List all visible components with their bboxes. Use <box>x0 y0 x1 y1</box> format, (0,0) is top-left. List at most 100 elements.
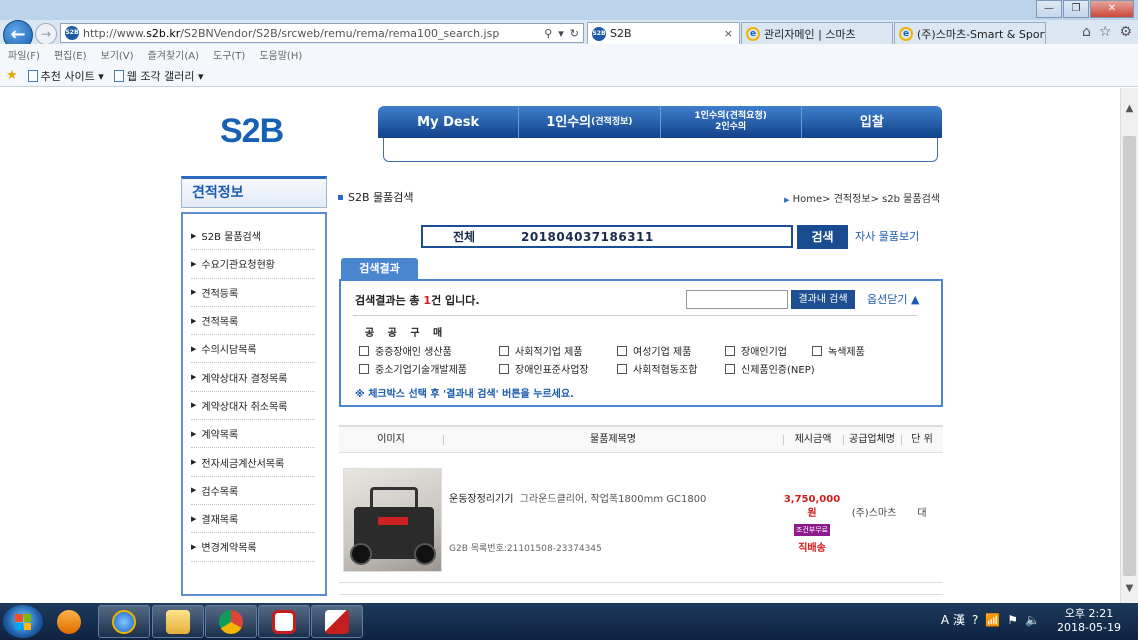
system-clock[interactable]: 오후 2:21 2018-05-19 <box>1046 607 1132 635</box>
sidebar-item-demand-requests[interactable]: ▶ 수요기관요청현황 <box>191 250 315 279</box>
own-products-link[interactable]: 자사 물품보기 <box>855 228 919 244</box>
tab-s2b[interactable]: S2B S2B × <box>587 22 740 44</box>
topnav-single-contract[interactable]: 1인수의 (견적정보) <box>519 106 661 138</box>
checkbox-social-enterprise[interactable]: 사회적기업 제품 <box>499 343 583 358</box>
checkbox-nep[interactable]: 신제품인증(NEP) <box>725 361 815 376</box>
taskbar-internet-explorer[interactable] <box>98 605 150 638</box>
price-currency: 원 <box>807 508 817 519</box>
taskbar-chrome[interactable] <box>205 605 257 638</box>
table-row[interactable]: 운동장정리기기 그라운드클리어, 작업폭1800mm GC1800 G2B 목록… <box>339 453 943 583</box>
tab-admin-main[interactable]: e 관리자메인 | 스마츠 <box>741 22 893 44</box>
home-icon[interactable]: ⌂ <box>1082 24 1091 40</box>
tab-smarts[interactable]: e (주)스마츠-Smart & Sports... <box>894 22 1046 44</box>
tab-search-results[interactable]: 검색결과 <box>341 258 418 280</box>
checkbox-box[interactable] <box>359 345 369 356</box>
refresh-icon[interactable]: ↻ <box>570 27 579 40</box>
inner-search-input[interactable] <box>686 290 788 309</box>
help-icon[interactable]: ? <box>972 613 978 627</box>
taskbar-media-player[interactable] <box>46 605 92 638</box>
sidebar-item-e-tax-invoice[interactable]: ▶ 전자세금계산서목록 <box>191 448 315 477</box>
checkbox-disabled-workplace[interactable]: 장애인표준사업장 <box>499 361 589 376</box>
checkbox-box[interactable] <box>725 345 735 356</box>
taskbar-app-red[interactable] <box>258 605 310 638</box>
close-window-button[interactable]: ✕ <box>1090 0 1134 18</box>
arrow-icon: ▶ <box>191 344 197 353</box>
checkbox-green-product[interactable]: 녹색제품 <box>812 343 865 358</box>
checkbox-box[interactable] <box>359 363 369 374</box>
forward-button[interactable]: → <box>35 23 57 45</box>
url-text[interactable]: http://www.s2b.kr/S2BNVendor/S2B/srcweb/… <box>83 27 543 40</box>
taskbar-app-chart[interactable] <box>311 605 363 638</box>
sidebar-item-contractor-decided[interactable]: ▶ 계약상대자 결정목록 <box>191 363 315 392</box>
network-icon[interactable]: 📶 <box>985 613 1000 627</box>
checkbox-box[interactable] <box>617 345 627 356</box>
fav-web-slice-gallery[interactable]: 웹 조각 갤러리 ▾ <box>113 68 204 84</box>
sidebar-item-change-contract[interactable]: ▶ 변경계약목록 <box>191 533 315 562</box>
address-bar[interactable]: S2B http://www.s2b.kr/S2BNVendor/S2B/src… <box>60 23 584 43</box>
checkbox-women-enterprise[interactable]: 여성기업 제품 <box>617 343 691 358</box>
search-category[interactable]: 전체 <box>423 228 489 245</box>
menu-favorites[interactable]: 즐겨찾기(A) <box>148 47 199 62</box>
search-icon[interactable]: ⚲ <box>544 27 552 40</box>
flag-icon[interactable]: ⚑ <box>1007 613 1018 627</box>
site-logo[interactable]: S2B <box>220 112 284 151</box>
table-row-partial <box>339 594 943 603</box>
checkbox-sme-tech[interactable]: 중소기업기술개발제품 <box>359 361 467 376</box>
supplier-name[interactable]: (주)스마츠 <box>845 504 903 519</box>
sidebar-item-product-search[interactable]: ▶ S2B 물품검색 <box>191 222 315 251</box>
scroll-down-icon[interactable]: ▼ <box>1121 580 1138 597</box>
checkbox-severe-disabled[interactable]: 중증장애인 생산품 <box>359 343 452 358</box>
checkbox-box[interactable] <box>499 363 509 374</box>
sidebar-item-quote-list[interactable]: ▶ 견적목록 <box>191 307 315 336</box>
topnav-bidding[interactable]: 입찰 <box>802 106 942 138</box>
menu-edit[interactable]: 편집(E) <box>54 47 87 62</box>
checkbox-box[interactable] <box>499 345 509 356</box>
menu-help[interactable]: 도움말(H) <box>259 47 302 62</box>
fav-recommended-sites[interactable]: 추천 사이트 ▾ <box>27 68 104 84</box>
taskbar-file-explorer[interactable] <box>152 605 204 638</box>
ime-indicator[interactable]: A 漢 <box>941 611 965 628</box>
volume-icon[interactable]: 🔈 <box>1025 613 1040 627</box>
menu-tools[interactable]: 도구(T) <box>213 47 245 62</box>
topnav-quote-request[interactable]: 1인수의(견적요청) 2인수의 <box>661 106 802 138</box>
checkbox-notice: ※ 체크박스 선택 후 '결과내 검색' 버튼을 누르세요. <box>355 389 574 400</box>
sidebar-item-negotiation-list[interactable]: ▶ 수의시담목록 <box>191 335 315 364</box>
arrow-icon: ▶ <box>191 429 197 438</box>
product-image[interactable] <box>343 468 442 572</box>
product-name-link[interactable]: 운동장정리기기 그라운드클리어, 작업폭1800mm GC1800 <box>449 490 706 505</box>
checkbox-social-coop[interactable]: 사회적협동조합 <box>617 361 697 376</box>
menu-file[interactable]: 파일(F) <box>8 47 40 62</box>
sidebar-item-approval-list[interactable]: ▶ 결재목록 <box>191 505 315 534</box>
scroll-thumb[interactable] <box>1123 136 1136 576</box>
col-price: 제시금액 <box>794 434 832 445</box>
search-button[interactable]: 검색 <box>797 225 848 249</box>
scroll-up-icon[interactable]: ▲ <box>1121 100 1138 117</box>
sidebar-item-contract-list[interactable]: ▶ 계약목록 <box>191 420 315 449</box>
dropdown-icon[interactable]: ▾ <box>558 27 564 40</box>
restore-button[interactable]: ❐ <box>1063 0 1089 18</box>
unit-value: 대 <box>917 508 927 519</box>
checkbox-box[interactable] <box>725 363 735 374</box>
topnav-my-desk[interactable]: My Desk <box>378 106 520 138</box>
vertical-scrollbar[interactable]: ▲ ▼ <box>1120 88 1138 603</box>
start-button[interactable] <box>3 605 43 638</box>
minimize-button[interactable]: — <box>1036 0 1062 18</box>
search-value[interactable]: 201804037186311 <box>489 230 654 244</box>
search-input[interactable]: 전체 201804037186311 <box>421 225 793 248</box>
inner-search-button[interactable]: 결과내 검색 <box>791 290 855 309</box>
favorites-star-icon[interactable]: ★ <box>6 68 18 83</box>
checkbox-box[interactable] <box>617 363 627 374</box>
sidebar-item-inspection-list[interactable]: ▶ 검수목록 <box>191 477 315 505</box>
gear-icon[interactable]: ⚙ <box>1119 24 1132 40</box>
sidebar-item-quote-register[interactable]: ▶ 견적등록 <box>191 279 315 307</box>
sidebar-item-contractor-cancelled[interactable]: ▶ 계약상대자 취소목록 <box>191 392 315 421</box>
close-tab-icon[interactable]: × <box>724 27 739 40</box>
options-toggle[interactable]: 옵션닫기 ▲ <box>867 291 919 307</box>
arrow-icon: ▶ <box>784 196 790 204</box>
public-purchase-label: 공 공 구 매 <box>365 328 448 339</box>
menu-view[interactable]: 보기(V) <box>101 47 134 62</box>
price-cell: 3,750,000 원 조건부무료 직배송 <box>779 493 845 554</box>
favorites-star-icon[interactable]: ☆ <box>1099 24 1112 40</box>
checkbox-disabled-enterprise[interactable]: 장애인기업 <box>725 343 787 358</box>
checkbox-box[interactable] <box>812 345 822 356</box>
